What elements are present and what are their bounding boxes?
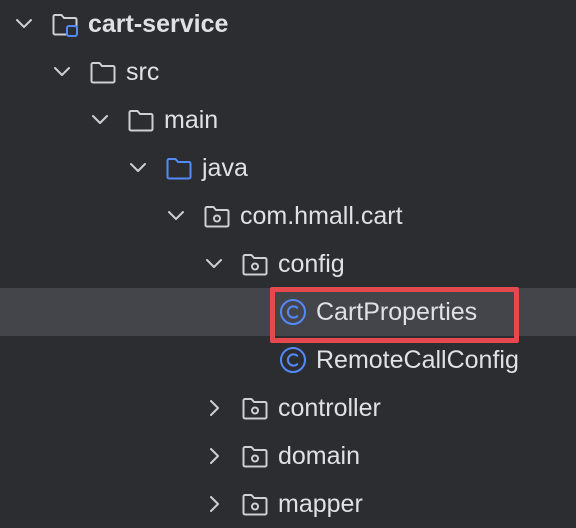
tree-item-com-hmall-cart[interactable]: com.hmall.cart: [0, 192, 576, 240]
tree-item-label: CartProperties: [316, 298, 478, 326]
chevron-down-icon[interactable]: [202, 252, 226, 276]
chevron-right-icon[interactable]: [202, 444, 226, 468]
tree-item-config[interactable]: config: [0, 240, 576, 288]
tree-item-cartproperties[interactable]: CartProperties: [0, 288, 576, 336]
tree-item-label: domain: [278, 442, 360, 470]
package-icon: [202, 201, 232, 231]
tree-item-mapper[interactable]: mapper: [0, 480, 576, 528]
class-icon: [278, 345, 308, 375]
tree-item-src[interactable]: src: [0, 48, 576, 96]
tree-item-label: controller: [278, 394, 381, 422]
tree-item-main[interactable]: main: [0, 96, 576, 144]
package-icon: [240, 441, 270, 471]
chevron-down-icon[interactable]: [50, 60, 74, 84]
chevron-down-icon[interactable]: [88, 108, 112, 132]
tree-item-label: com.hmall.cart: [240, 202, 403, 230]
tree-item-label: RemoteCallConfig: [316, 346, 519, 374]
tree-item-label: java: [202, 154, 248, 182]
folder-icon: [126, 105, 156, 135]
chevron-right-icon[interactable]: [202, 492, 226, 516]
class-icon: [278, 297, 308, 327]
tree-item-domain[interactable]: domain: [0, 432, 576, 480]
chevron-right-icon[interactable]: [202, 396, 226, 420]
chevron-down-icon[interactable]: [12, 12, 36, 36]
tree-item-label: src: [126, 58, 160, 86]
package-icon: [240, 489, 270, 519]
tree-item-java[interactable]: java: [0, 144, 576, 192]
project-tree: cart-service src main java com.hmall.cart con…: [0, 0, 576, 528]
tree-item-controller[interactable]: controller: [0, 384, 576, 432]
tree-item-label: main: [164, 106, 219, 134]
chevron-down-icon[interactable]: [126, 156, 150, 180]
module-folder-icon: [50, 9, 80, 39]
package-icon: [240, 393, 270, 423]
package-icon: [240, 249, 270, 279]
tree-item-remotecallconfig[interactable]: RemoteCallConfig: [0, 336, 576, 384]
tree-item-label: cart-service: [88, 10, 229, 38]
tree-item-label: mapper: [278, 490, 363, 518]
folder-icon: [88, 57, 118, 87]
source-folder-icon: [164, 153, 194, 183]
tree-item-label: config: [278, 250, 345, 278]
tree-item-cart-service[interactable]: cart-service: [0, 0, 576, 48]
chevron-down-icon[interactable]: [164, 204, 188, 228]
